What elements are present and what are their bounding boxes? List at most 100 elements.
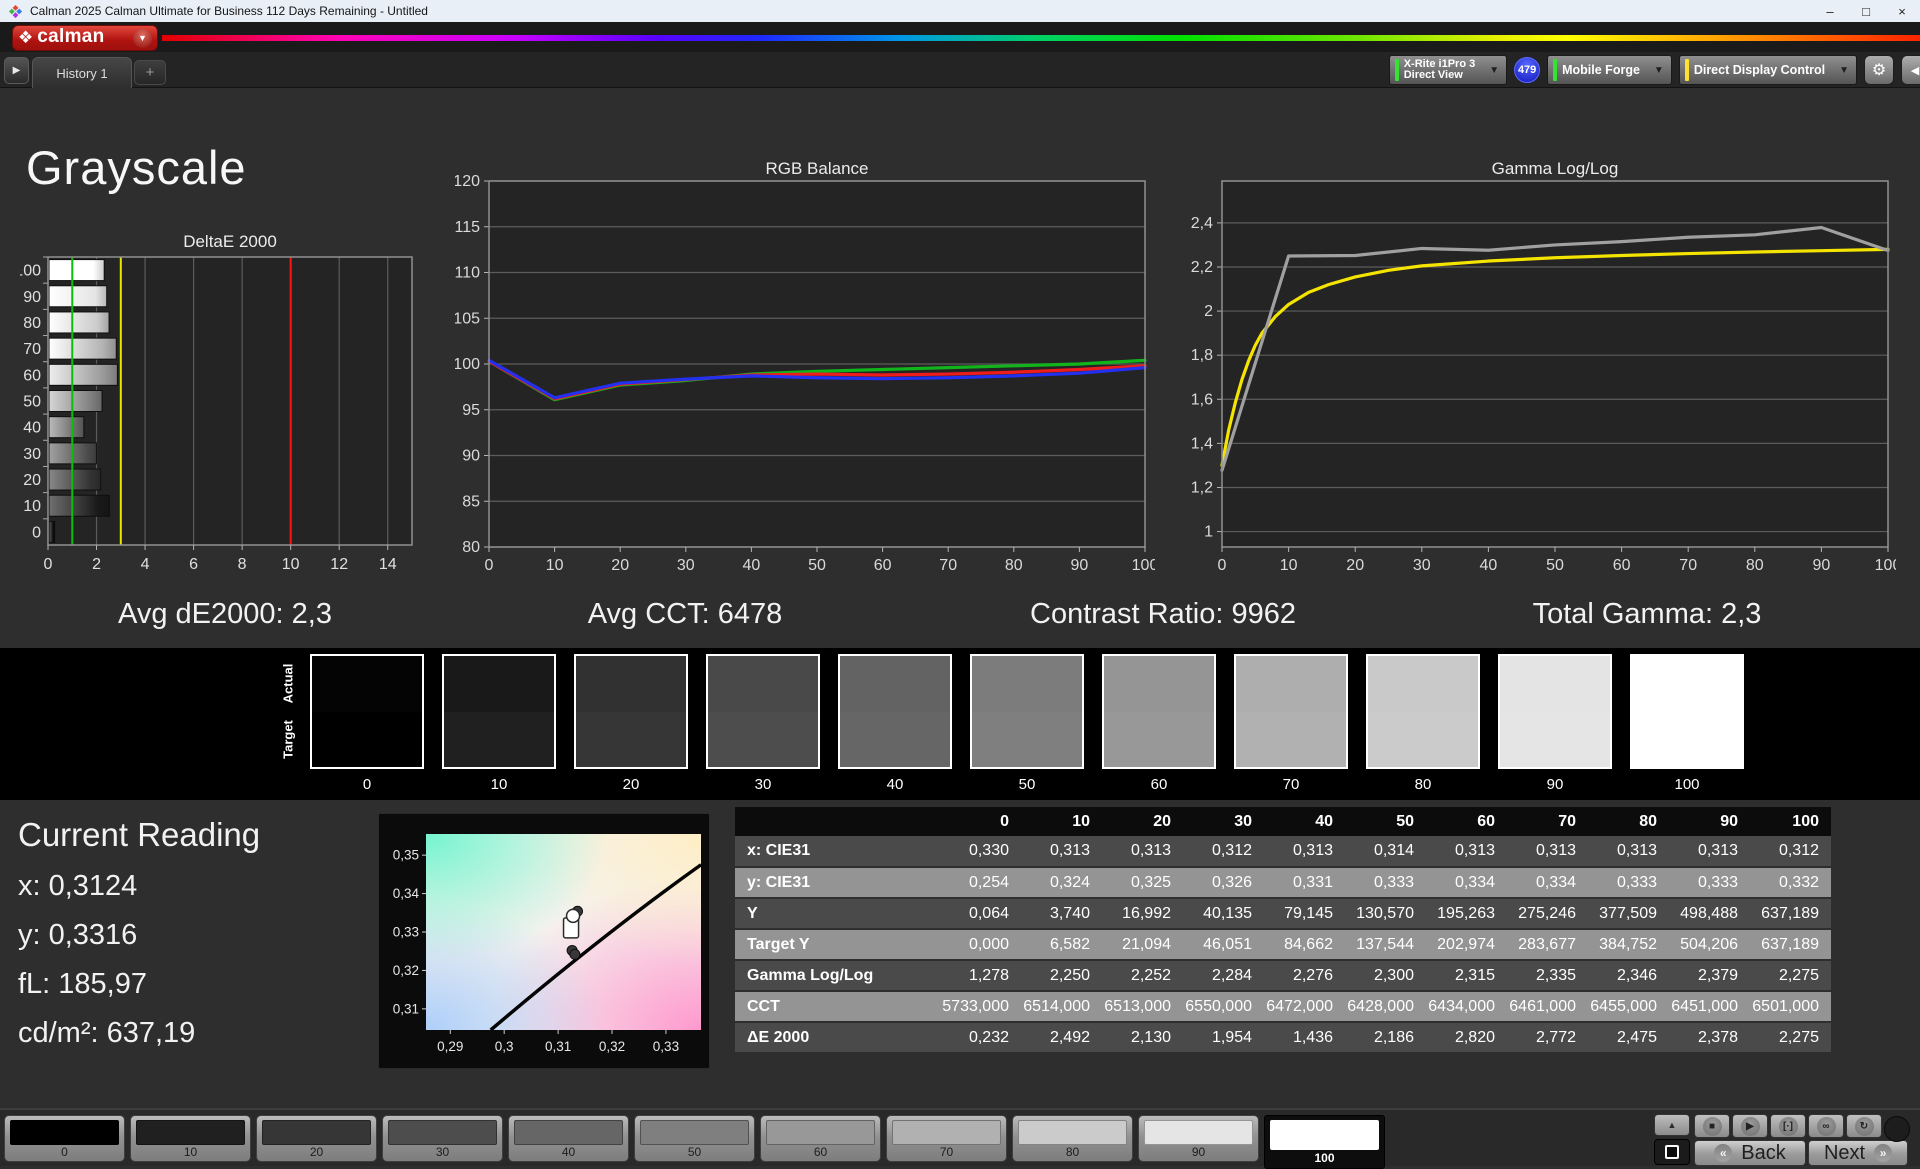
swatch-row: 0102030405060708090100: [310, 654, 1744, 793]
pattern-window-button[interactable]: [1654, 1139, 1690, 1165]
swatch-level-label: 80: [1415, 776, 1432, 793]
table-cell: 637,189: [1750, 929, 1831, 960]
next-button[interactable]: Next »: [1808, 1140, 1908, 1166]
pattern-patch-50[interactable]: 50: [634, 1115, 755, 1162]
patch-label: 40: [514, 1145, 623, 1159]
pattern-control-bar: 0102030405060708090100 ▲ ■▶[·]∞↻ « Back …: [0, 1108, 1920, 1166]
single-measure-button[interactable]: [·]: [1770, 1114, 1806, 1138]
swatch-target: [1104, 712, 1214, 768]
table-cell: 637,189: [1750, 898, 1831, 929]
add-tab-button[interactable]: +: [134, 60, 166, 85]
probe-status-indicator: [1395, 59, 1399, 81]
svg-text:DeltaE 2000: DeltaE 2000: [183, 232, 277, 251]
back-chevron-icon: «: [1714, 1144, 1732, 1162]
table-cell: 2,379: [1669, 960, 1750, 991]
refresh-button[interactable]: ↻: [1846, 1114, 1882, 1138]
continuous-measure-button[interactable]: ∞: [1808, 1114, 1844, 1138]
swatch-target: [840, 712, 950, 768]
svg-text:0,32: 0,32: [393, 963, 419, 978]
svg-text:100: 100: [20, 263, 41, 280]
total-gamma-stat: Total Gamma: 2,3: [1460, 598, 1834, 631]
pattern-patch-80[interactable]: 80: [1012, 1115, 1133, 1162]
stop-button[interactable]: ■: [1694, 1114, 1730, 1138]
svg-text:1: 1: [1204, 524, 1213, 541]
column-header-10: 10: [1021, 807, 1102, 836]
table-cell: 0,331: [1264, 867, 1345, 898]
swatch-actual: [1104, 656, 1214, 712]
display-status-indicator: [1685, 59, 1689, 81]
play-button[interactable]: ▶: [1732, 1114, 1768, 1138]
reading-x-value: x: 0,3124: [18, 870, 260, 903]
swatch-target: [1632, 712, 1742, 768]
table-row: x: CIE310,3300,3130,3130,3120,3130,3140,…: [735, 836, 1831, 867]
svg-text:0,3: 0,3: [495, 1039, 514, 1054]
collapse-left-icon: ◀: [1911, 64, 1919, 77]
swatch-level-label: 100: [1674, 776, 1699, 793]
pattern-patch-90[interactable]: 90: [1138, 1115, 1259, 1162]
table-cell: 2,492: [1021, 1022, 1102, 1053]
current-reading-title: Current Reading: [18, 816, 260, 854]
calman-menu-button[interactable]: ❖ calman ▼: [12, 25, 158, 51]
table-cell: 2,276: [1264, 960, 1345, 991]
table-cell: 195,263: [1426, 898, 1507, 929]
row-label: Target Y: [735, 929, 940, 960]
deltae-2000-chart: 100908070605040302010002468101214DeltaE …: [20, 195, 420, 590]
tab-bar: ▶ History 1 + X-Rite i1Pro 3 Direct View…: [0, 52, 1920, 88]
pattern-patch-0[interactable]: 0: [4, 1115, 125, 1162]
display-control-dropdown[interactable]: Direct Display Control ▼: [1679, 55, 1857, 85]
table-cell: 0,332: [1750, 867, 1831, 898]
close-button[interactable]: ×: [1884, 0, 1920, 22]
row-label: Gamma Log/Log: [735, 960, 940, 991]
column-header-50: 50: [1345, 807, 1426, 836]
pattern-patch-100[interactable]: 100: [1264, 1115, 1385, 1169]
source-meter-dropdown[interactable]: Mobile Forge ▼: [1547, 55, 1672, 85]
svg-text:80: 80: [462, 539, 480, 556]
back-button[interactable]: « Back: [1694, 1140, 1806, 1166]
svg-text:10: 10: [546, 557, 564, 574]
svg-text:10: 10: [282, 556, 300, 573]
table-header-row: 0102030405060708090100: [735, 807, 1831, 836]
table-cell: 0,333: [1588, 867, 1669, 898]
svg-text:4: 4: [141, 556, 150, 573]
reading-fl-value: fL: 185,97: [18, 968, 260, 1001]
pattern-patch-70[interactable]: 70: [886, 1115, 1007, 1162]
table-cell: 0,330: [940, 836, 1021, 867]
pattern-patch-60[interactable]: 60: [760, 1115, 881, 1162]
swatch-level-label: 40: [887, 776, 904, 793]
swatch-actual: [576, 656, 686, 712]
table-cell: 2,300: [1345, 960, 1426, 991]
patch-color: [136, 1120, 245, 1145]
maximize-button[interactable]: □: [1848, 0, 1884, 22]
svg-text:90: 90: [1071, 557, 1089, 574]
svg-text:30: 30: [1413, 557, 1431, 574]
pattern-patch-20[interactable]: 20: [256, 1115, 377, 1162]
tab-history-1[interactable]: History 1: [32, 57, 132, 88]
table-corner-cell: [735, 807, 940, 836]
swatch-actual: [840, 656, 950, 712]
calman-logo-icon: ❖: [18, 28, 33, 48]
table-cell: 16,992: [1102, 898, 1183, 929]
pattern-patch-40[interactable]: 40: [508, 1115, 629, 1162]
collapse-panel-button[interactable]: ◀: [1901, 55, 1920, 85]
settings-gear-button[interactable]: ⚙: [1864, 55, 1894, 85]
table-cell: 0,333: [1669, 867, 1750, 898]
pattern-patch-30[interactable]: 30: [382, 1115, 503, 1162]
source-meter-label: Mobile Forge: [1562, 63, 1640, 77]
swatch-level-label: 70: [1283, 776, 1300, 793]
probe-meter-dropdown[interactable]: X-Rite i1Pro 3 Direct View ▼: [1389, 55, 1507, 85]
pattern-patch-10[interactable]: 10: [130, 1115, 251, 1162]
layout-expander-button[interactable]: ▶: [4, 57, 29, 84]
table-cell: 2,284: [1183, 960, 1264, 991]
display-control-label: Direct Display Control: [1694, 63, 1825, 77]
expand-pattern-panel-button[interactable]: ▲: [1654, 1114, 1690, 1136]
minimize-button[interactable]: –: [1812, 0, 1848, 22]
svg-text:0,35: 0,35: [393, 848, 419, 863]
calman-menu-chevron-icon[interactable]: ▼: [133, 29, 152, 48]
svg-text:2: 2: [92, 556, 101, 573]
patch-label: 90: [1144, 1145, 1253, 1159]
row-label: ΔE 2000: [735, 1022, 940, 1053]
swatch-target: [1368, 712, 1478, 768]
svg-text:Gamma Log/Log: Gamma Log/Log: [1492, 159, 1619, 178]
patch-color: [10, 1120, 119, 1145]
table-cell: 1,436: [1264, 1022, 1345, 1053]
